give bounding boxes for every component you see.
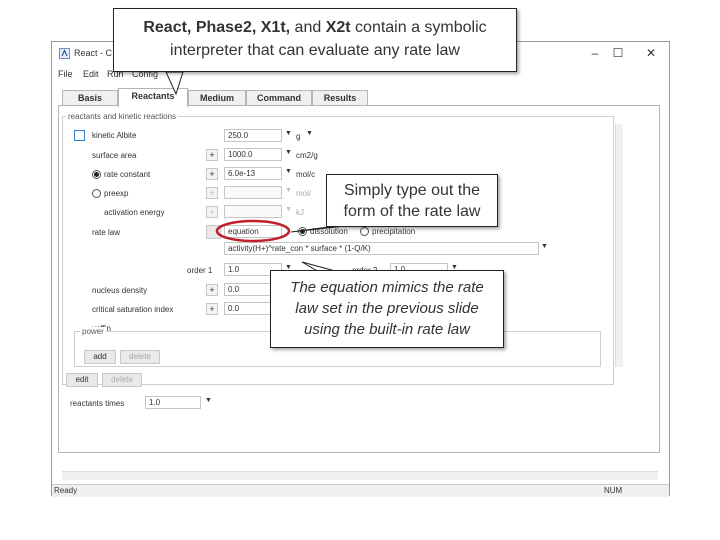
- amount-unit[interactable]: g: [296, 132, 300, 141]
- rate-constant-field[interactable]: 6.0e-13: [224, 167, 282, 180]
- amount-field[interactable]: 250.0: [224, 129, 282, 142]
- activation-unit[interactable]: kJ: [296, 208, 304, 217]
- menu-edit[interactable]: Edit: [83, 69, 99, 79]
- preexp-unit[interactable]: mol/: [296, 189, 311, 198]
- rate-law-label: rate law: [92, 228, 121, 237]
- rate-constant-plus-button[interactable]: +: [206, 168, 218, 180]
- reactants-group-label: reactants and kinetic reactions: [66, 112, 179, 121]
- nucleus-density-label: nucleus density: [92, 286, 148, 295]
- kinetic-label: kinetic Albite: [92, 131, 137, 140]
- activation-energy-field[interactable]: [224, 205, 282, 218]
- surface-area-unit[interactable]: cm2/g: [296, 151, 318, 160]
- preexp-plus-button[interactable]: +: [206, 187, 218, 199]
- preexp-field[interactable]: [224, 186, 282, 199]
- reactants-times-label: reactants times: [70, 399, 125, 408]
- power-add-button[interactable]: add: [84, 350, 116, 364]
- bottom-callout: The equation mimics the rate law set in …: [270, 270, 504, 348]
- nucleus-density-plus-button[interactable]: +: [206, 284, 218, 296]
- surface-area-dropdown-icon[interactable]: ▼: [285, 149, 292, 156]
- react-app-icon: [59, 48, 70, 59]
- middle-callout: Simply type out the form of the rate law: [326, 174, 498, 227]
- tab-basis[interactable]: Basis: [62, 90, 118, 106]
- amount-dropdown-icon[interactable]: ▼: [285, 130, 292, 137]
- preexp-dropdown-icon[interactable]: ▼: [285, 187, 292, 194]
- tab-results[interactable]: Results: [312, 90, 368, 106]
- top-callout: React, Phase2, X1t, and X2t contain a sy…: [113, 8, 517, 72]
- order1-label: order 1: [187, 266, 213, 275]
- rate-constant-radio[interactable]: [92, 170, 101, 179]
- preexp-radio[interactable]: [92, 189, 101, 198]
- rate-law-expression-dropdown-icon[interactable]: ▼: [541, 243, 548, 250]
- rate-constant-dropdown-icon[interactable]: ▼: [285, 168, 292, 175]
- activation-energy-label: activation energy: [104, 208, 165, 217]
- activation-energy-plus-button[interactable]: +: [206, 206, 218, 218]
- reactants-times-field[interactable]: 1.0: [145, 396, 201, 409]
- horizontal-scrollbar[interactable]: [62, 471, 658, 480]
- dissolution-radio[interactable]: [298, 227, 307, 236]
- top-callout-line-2: interpreter that can evaluate any rate l…: [170, 42, 460, 59]
- rate-constant-label: rate constant: [104, 170, 151, 179]
- rate-law-mode-field[interactable]: equation: [224, 225, 282, 238]
- surface-area-field[interactable]: 1000.0: [224, 148, 282, 161]
- vertical-scrollbar[interactable]: [615, 124, 623, 367]
- power-group-label: power: [80, 327, 106, 336]
- critical-saturation-plus-button[interactable]: +: [206, 303, 218, 315]
- delete-button[interactable]: delete: [102, 373, 142, 387]
- status-ready: Ready: [54, 486, 78, 495]
- power-delete-button[interactable]: delete: [120, 350, 160, 364]
- rate-constant-unit[interactable]: mol/c: [296, 170, 315, 179]
- precipitation-label: precipitation: [372, 227, 416, 236]
- rate-law-plus-button[interactable]: [206, 225, 221, 239]
- tab-reactants[interactable]: Reactants: [118, 88, 188, 107]
- critical-saturation-label: critical saturation index: [92, 305, 174, 314]
- surface-area-plus-button[interactable]: +: [206, 149, 218, 161]
- activation-dropdown-icon[interactable]: ▼: [285, 206, 292, 213]
- close-button[interactable]: ✕: [634, 44, 668, 62]
- window-title: React - C: [74, 48, 113, 58]
- app-window: React - C – ☐ ✕ File Edit Run Config Bas…: [51, 41, 670, 497]
- menu-file[interactable]: File: [58, 69, 73, 79]
- precipitation-radio[interactable]: [360, 227, 369, 236]
- reactants-times-dropdown-icon[interactable]: ▼: [205, 397, 212, 404]
- tab-command[interactable]: Command: [246, 90, 312, 106]
- surface-area-label: surface area: [92, 151, 137, 160]
- dissolution-label: dissolution: [310, 227, 348, 236]
- rate-law-expression-input[interactable]: activity(H+)^rate_con * surface * (1-Q/K…: [224, 242, 539, 255]
- preexp-label: preexp: [104, 189, 129, 198]
- status-num: NUM: [604, 486, 623, 495]
- amount-unit-dropdown-icon[interactable]: ▼: [306, 130, 313, 137]
- kinetic-checkbox[interactable]: [74, 130, 85, 141]
- status-bar: Ready NUM: [52, 484, 669, 497]
- edit-button[interactable]: edit: [66, 373, 98, 387]
- tab-medium[interactable]: Medium: [188, 90, 246, 106]
- maximize-button[interactable]: ☐: [601, 44, 635, 62]
- top-callout-line-1: React, Phase2, X1t, and X2t contain a sy…: [143, 19, 487, 36]
